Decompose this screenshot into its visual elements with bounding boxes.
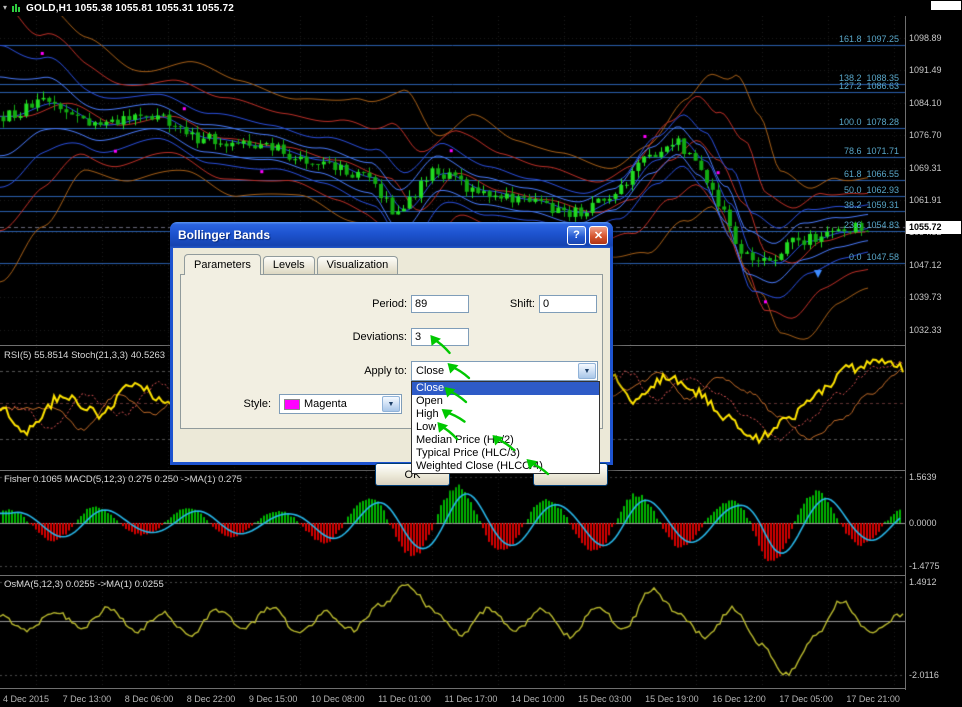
price-axis-label: 1084.10 — [909, 97, 942, 108]
dropdown-option-open[interactable]: Open — [412, 395, 599, 408]
time-axis-label: 16 Dec 12:00 — [712, 693, 766, 704]
period-input[interactable] — [411, 295, 469, 313]
panel-separator[interactable] — [0, 575, 962, 576]
current-price-badge: 1055.72 — [906, 221, 961, 235]
close-icon[interactable]: ✕ — [589, 225, 608, 245]
dropdown-option-low[interactable]: Low — [412, 421, 599, 434]
chevron-down-icon[interactable]: ▼ — [578, 363, 596, 379]
osma-panel-canvas[interactable] — [0, 576, 905, 687]
help-icon[interactable]: ? — [567, 225, 586, 245]
panel-separator[interactable] — [0, 688, 962, 689]
time-axis-label: 9 Dec 15:00 — [248, 693, 298, 704]
window-title: GOLD,H1 1055.38 1055.81 1055.31 1055.72 — [26, 2, 234, 14]
price-axis-label: 1091.49 — [909, 65, 942, 76]
style-label: Style: — [243, 398, 271, 410]
period-label: Period: — [372, 298, 407, 310]
price-axis-label: 1076.70 — [909, 130, 942, 141]
time-axis-label: 11 Dec 01:00 — [378, 693, 431, 704]
price-axis-label: 1039.73 — [909, 292, 942, 303]
price-axis-label: 1061.91 — [909, 195, 942, 205]
mt4-chart-window: ▾ GOLD,H1 1055.38 1055.81 1055.31 1055.7… — [0, 0, 962, 707]
time-axis-label: 10 Dec 08:00 — [310, 693, 365, 704]
style-color-swatch — [284, 398, 300, 410]
dropdown-option-median-price[interactable]: Median Price (HL/2) — [412, 434, 599, 447]
bollinger-bands-dialog: Bollinger Bands ? ✕ Parameters Levels Vi… — [170, 222, 613, 486]
time-axis-label: 11 Dec 17:00 — [444, 693, 498, 704]
time-axis-label: 17 Dec 05:00 — [779, 693, 833, 704]
macd-panel-canvas[interactable] — [0, 471, 905, 574]
tab-visualization[interactable]: Visualization — [316, 256, 399, 274]
apply-to-dropdown-list: Close Open High Low Median Price (HL/2) … — [411, 381, 600, 474]
apply-to-label: Apply to: — [364, 365, 407, 377]
rsi-indicator-label: RSI(5) 55.8514 Stoch(21,3,3) 40.5263 — [4, 350, 166, 361]
osma-indicator-label: OsMA(5,12,3) 0.0255 ->MA(1) 0.0255 — [4, 579, 164, 590]
macd-axis-label: 1.5639 — [909, 472, 937, 482]
shift-label: Shift: — [509, 298, 535, 310]
price-axis-label: 1047.12 — [909, 259, 942, 270]
time-axis-label: 14 Dec 10:00 — [510, 693, 565, 704]
apply-to-value: Close — [416, 365, 445, 377]
dropdown-option-close[interactable]: Close — [412, 382, 599, 395]
time-axis-label: 15 Dec 19:00 — [645, 693, 699, 704]
caret-icon: ▾ — [3, 3, 8, 12]
price-axis-label: 1032.33 — [909, 324, 942, 335]
dialog-title: Bollinger Bands — [178, 228, 271, 242]
time-axis[interactable]: 4 Dec 2015 7 Dec 13:00 8 Dec 06:00 8 Dec 22… — [0, 691, 903, 706]
macd-indicator-label: Fisher 0.1065 MACD(5,12,3) 0.275 0.250 -… — [4, 474, 242, 485]
price-axis-label: 1069.31 — [909, 162, 942, 173]
osma-axis-label: 1.4912 — [909, 577, 937, 587]
tab-parameters[interactable]: Parameters — [184, 254, 261, 275]
apply-to-select[interactable]: Close ▼ — [411, 361, 598, 381]
time-axis-label: 17 Dec 21:00 — [846, 693, 900, 704]
deviations-input[interactable] — [411, 328, 469, 346]
macd-axis-label: 0.0000 — [909, 518, 937, 528]
osma-axis-label: -2.0116 — [909, 670, 939, 680]
time-axis-label: 7 Dec 13:00 — [62, 693, 112, 704]
deviations-label: Deviations: — [352, 331, 407, 343]
style-value: Magenta — [304, 398, 347, 410]
tab-levels[interactable]: Levels — [262, 256, 315, 274]
shift-input[interactable] — [539, 295, 597, 313]
dialog-tabs: Parameters Levels Visualization — [180, 254, 603, 275]
time-axis-label: 8 Dec 22:00 — [186, 693, 236, 704]
chevron-down-icon[interactable]: ▼ — [382, 396, 400, 412]
price-axis-label: 1098.89 — [909, 33, 942, 43]
titlebar-right-marker — [931, 1, 961, 10]
chart-titlebar: ▾ GOLD,H1 1055.38 1055.81 1055.31 1055.7… — [0, 0, 962, 16]
time-axis-label: 8 Dec 06:00 — [124, 693, 174, 704]
dialog-titlebar[interactable]: Bollinger Bands ? ✕ — [170, 222, 613, 248]
time-axis-label: 15 Dec 03:00 — [578, 693, 632, 704]
dropdown-option-high[interactable]: High — [412, 408, 599, 421]
dropdown-option-weighted-close[interactable]: Weighted Close (HLCC/4) — [412, 460, 599, 473]
style-select[interactable]: Magenta ▼ — [279, 394, 402, 414]
chart-icon — [12, 3, 21, 12]
time-axis-label: 4 Dec 2015 — [3, 693, 50, 704]
price-axis[interactable]: 1098.89 1091.49 1084.10 1076.70 1069.31 1061.… — [906, 16, 962, 689]
macd-axis-label: -1.4775 — [909, 561, 940, 571]
dropdown-option-typical-price[interactable]: Typical Price (HLC/3) — [412, 447, 599, 460]
